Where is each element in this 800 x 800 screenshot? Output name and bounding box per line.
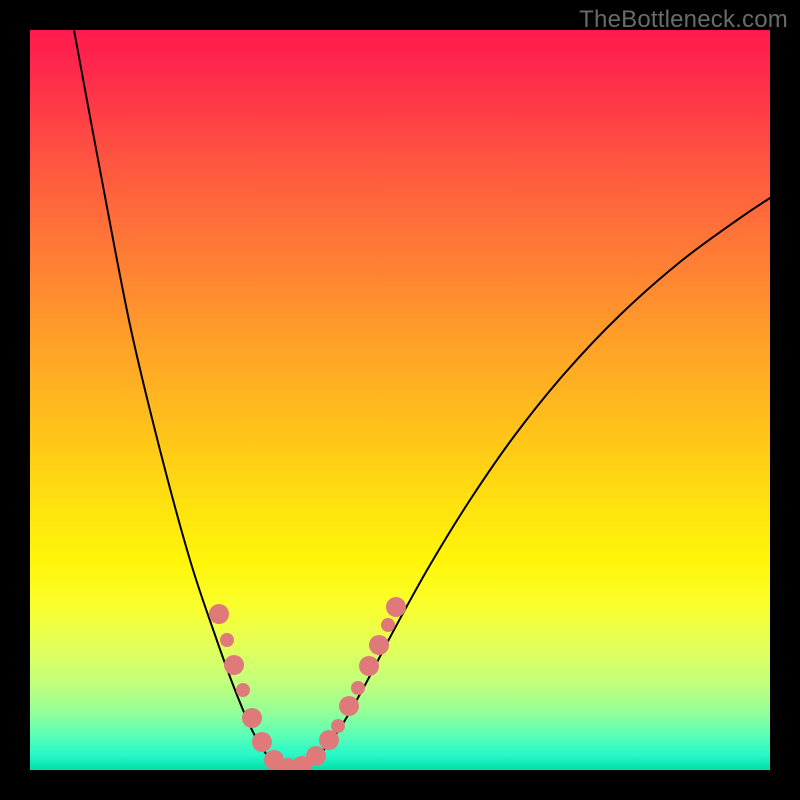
bottleneck-curve bbox=[74, 30, 770, 770]
chart-svg bbox=[30, 30, 770, 770]
highlighted-point bbox=[369, 635, 389, 655]
highlighted-point bbox=[220, 633, 234, 647]
plot-area bbox=[30, 30, 770, 770]
highlighted-point bbox=[224, 655, 244, 675]
highlighted-point bbox=[209, 604, 229, 624]
highlighted-point bbox=[386, 597, 406, 617]
highlighted-point bbox=[381, 618, 395, 632]
highlighted-point bbox=[319, 730, 339, 750]
highlighted-point bbox=[242, 708, 262, 728]
highlighted-point bbox=[351, 681, 365, 695]
highlighted-point bbox=[236, 683, 250, 697]
highlighted-points-group bbox=[209, 597, 406, 770]
outer-frame: TheBottleneck.com bbox=[0, 0, 800, 800]
highlighted-point bbox=[331, 719, 345, 733]
highlighted-point bbox=[339, 696, 359, 716]
highlighted-point bbox=[252, 732, 272, 752]
highlighted-point bbox=[306, 746, 326, 766]
highlighted-point bbox=[359, 656, 379, 676]
